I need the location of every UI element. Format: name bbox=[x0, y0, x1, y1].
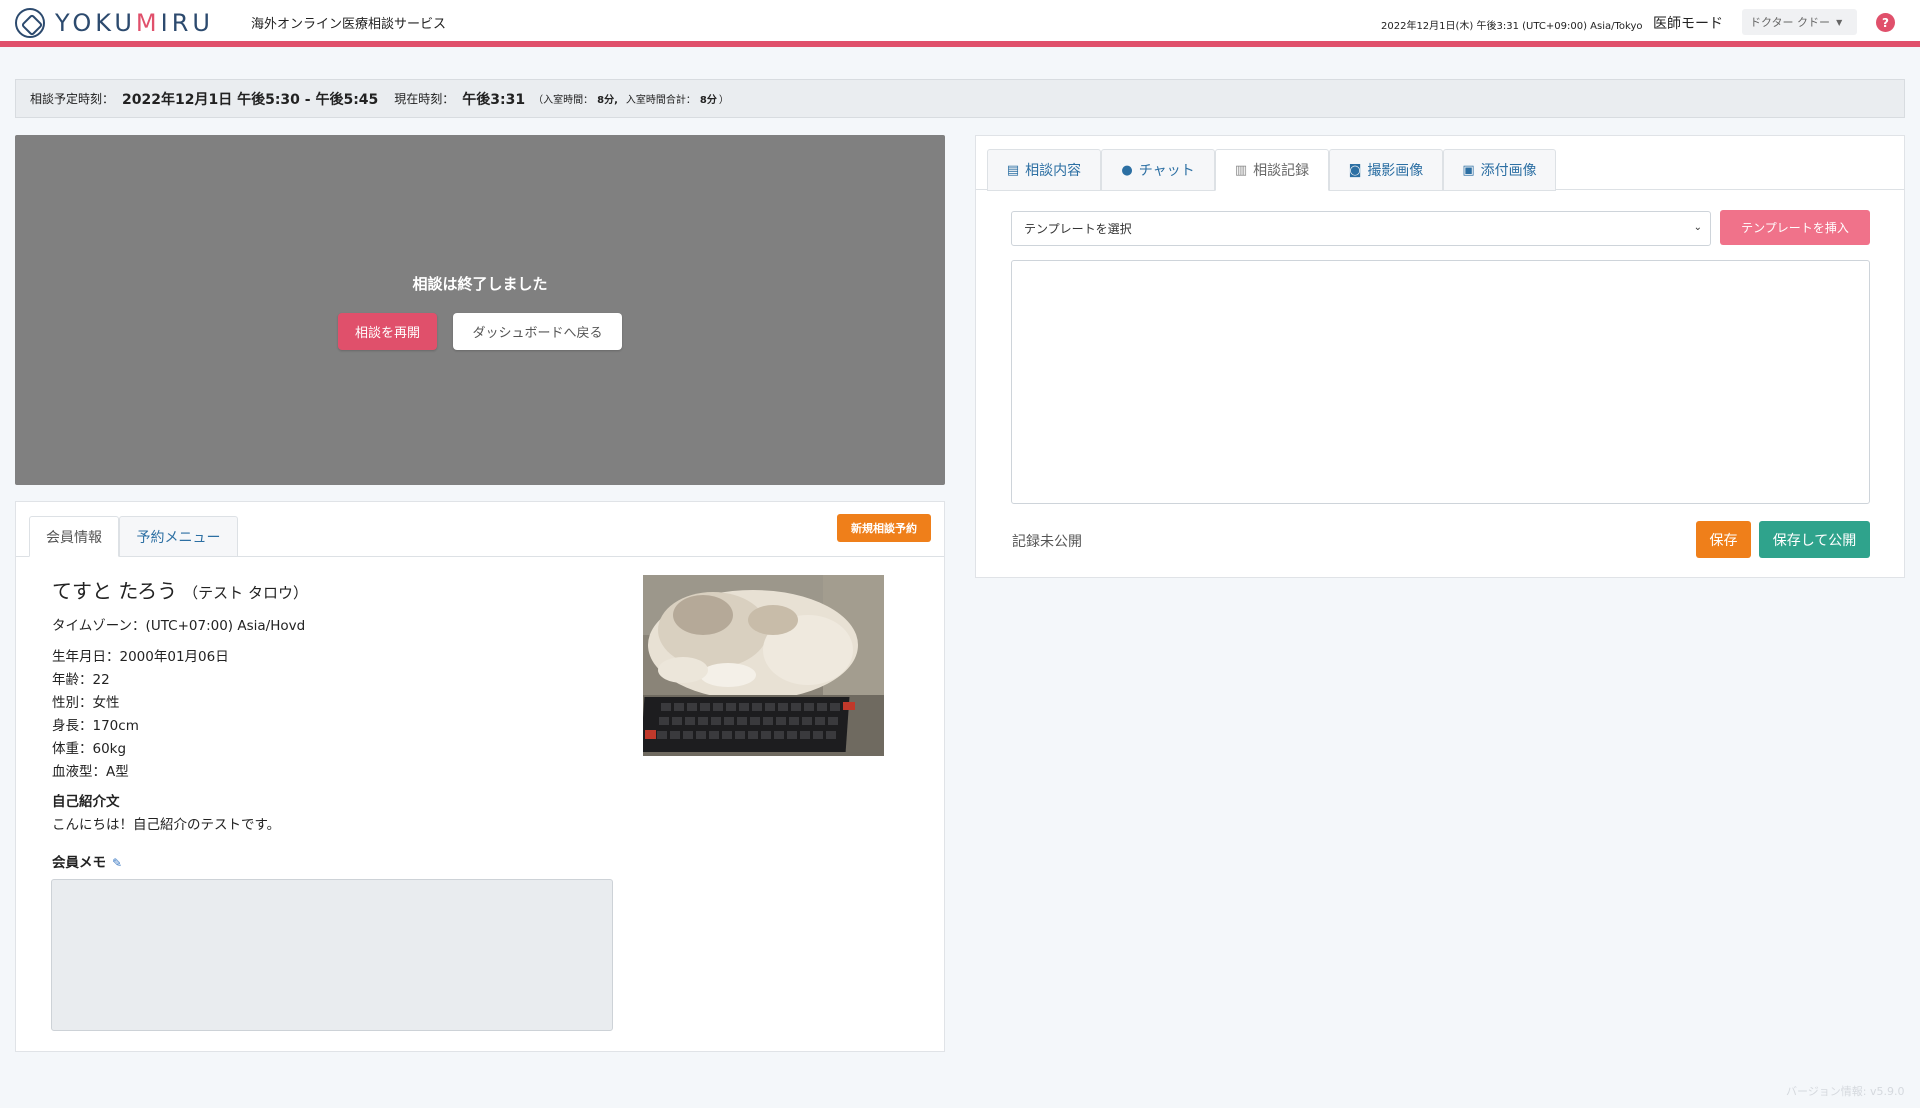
room-time-value: 8分, bbox=[597, 95, 618, 106]
room-open-paren: （ bbox=[533, 95, 544, 106]
pencil-icon[interactable]: ✎ bbox=[112, 856, 122, 870]
version-info: バージョン情報: v5.9.0 bbox=[1786, 1085, 1905, 1098]
record-tabs: ▤ 相談内容 ● チャット ▥ 相談記録 ◙ 撮影画像 ▣ 添付画像 bbox=[976, 136, 1904, 191]
app-header: YOKUMIRU 海外オンライン医療相談サービス 2022年12月1日(木) 午… bbox=[0, 0, 1920, 47]
memo-heading-text: 会員メモ bbox=[52, 855, 106, 871]
tagline: 海外オンライン医療相談サービス bbox=[251, 17, 447, 32]
intro-text: こんにちは！自己紹介のテストです。 bbox=[52, 817, 281, 833]
save-and-publish-button[interactable]: 保存して公開 bbox=[1759, 521, 1870, 558]
mode-label: 医師モード bbox=[1653, 16, 1723, 32]
tab-label: 相談内容 bbox=[1025, 163, 1082, 179]
tab-captured-images[interactable]: ◙ 撮影画像 bbox=[1329, 149, 1443, 191]
tab-consultation-content[interactable]: ▤ 相談内容 bbox=[987, 149, 1101, 191]
insert-template-button[interactable]: テンプレートを挿入 bbox=[1720, 210, 1870, 245]
member-birthday: 生年月日：2000年01月06日 bbox=[52, 649, 229, 665]
logo-mark-icon bbox=[15, 8, 45, 38]
user-menu-dropdown[interactable]: ドクター クドー ▼ bbox=[1742, 9, 1857, 35]
member-name: てすと たろう （テスト タロウ） bbox=[52, 575, 308, 604]
video-panel: 相談は終了しました 相談を再開 ダッシュボードへ戻る bbox=[15, 135, 945, 485]
member-name-kana: （テスト タロウ） bbox=[183, 584, 308, 602]
member-name-text: てすと たろう bbox=[52, 579, 178, 603]
tab-chat[interactable]: ● チャット bbox=[1101, 149, 1215, 191]
consultation-ended-message: 相談は終了しました bbox=[412, 275, 548, 293]
record-textarea[interactable] bbox=[1011, 260, 1870, 504]
clipboard-icon: ▥ bbox=[1234, 162, 1248, 178]
camera-icon: ◙ bbox=[1348, 162, 1362, 178]
logo-text: YOKUMIRU bbox=[55, 9, 214, 37]
now-label: 現在時刻： bbox=[394, 92, 455, 106]
image-icon: ▣ bbox=[1462, 162, 1475, 178]
record-status: 記録未公開 bbox=[1012, 534, 1082, 550]
scheduled-value: 2022年12月1日 午後5:30 - 午後5:45 bbox=[122, 91, 379, 108]
member-memo-textarea[interactable] bbox=[51, 879, 613, 1031]
logo[interactable]: YOKUMIRU bbox=[15, 8, 214, 38]
room-time-label: 入室時間： bbox=[543, 95, 594, 106]
tab-attached-images[interactable]: ▣ 添付画像 bbox=[1443, 149, 1556, 191]
member-weight: 体重：60kg bbox=[52, 741, 127, 757]
tab-label: 相談記録 bbox=[1253, 163, 1310, 179]
tab-consultation-record[interactable]: ▥ 相談記録 bbox=[1215, 149, 1329, 191]
tab-label: 添付画像 bbox=[1480, 163, 1537, 179]
room-total-value: 8分 bbox=[699, 95, 717, 106]
member-gender: 性別：女性 bbox=[52, 695, 120, 711]
consultation-record-panel: ▤ 相談内容 ● チャット ▥ 相談記録 ◙ 撮影画像 ▣ 添付画像 テンプレートを選択 … bbox=[975, 135, 1905, 578]
resume-consultation-button[interactable]: 相談を再開 bbox=[338, 313, 437, 350]
member-tabs: 会員情報 予約メニュー 新規相談予約 bbox=[16, 502, 944, 557]
tab-member-info[interactable]: 会員情報 bbox=[29, 516, 119, 557]
scheduled-label: 相談予定時刻： bbox=[30, 92, 115, 106]
header-datetime: 2022年12月1日(木) 午後3:31 (UTC+09:00) Asia/To… bbox=[1381, 21, 1643, 32]
back-to-dashboard-button[interactable]: ダッシュボードへ戻る bbox=[453, 313, 622, 350]
consultation-info-bar: 相談予定時刻： 2022年12月1日 午後5:30 - 午後5:45 現在時刻：… bbox=[15, 79, 1905, 118]
memo-heading: 会員メモ ✎ bbox=[52, 851, 122, 871]
select-chevron-icon: ⌄ bbox=[1693, 222, 1702, 233]
member-age: 年齢：22 bbox=[52, 672, 110, 688]
tab-booking-menu[interactable]: 予約メニュー bbox=[119, 516, 238, 557]
now-value: 午後3:31 bbox=[462, 91, 526, 108]
member-timezone: タイムゾーン：(UTC+07:00) Asia/Hovd bbox=[52, 618, 306, 634]
tab-label: 撮影画像 bbox=[1367, 163, 1424, 179]
member-photo bbox=[643, 575, 884, 756]
room-total-label: 入室時間合計： bbox=[625, 95, 696, 106]
template-select[interactable]: テンプレートを選択 ⌄ bbox=[1011, 211, 1711, 246]
chat-icon: ● bbox=[1121, 162, 1133, 178]
room-close-paren: ） bbox=[718, 95, 729, 106]
member-info-card: 会員情報 予約メニュー 新規相談予約 てすと たろう （テスト タロウ） タイムゾ… bbox=[15, 501, 945, 1052]
caret-down-icon: ▼ bbox=[1836, 17, 1843, 27]
template-select-value: テンプレートを選択 bbox=[1024, 222, 1132, 236]
tab-label: チャット bbox=[1138, 163, 1195, 179]
help-icon[interactable]: ? bbox=[1876, 13, 1895, 32]
user-name: ドクター クドー bbox=[1750, 16, 1831, 29]
new-booking-button[interactable]: 新規相談予約 bbox=[837, 514, 931, 542]
intro-heading: 自己紹介文 bbox=[52, 794, 120, 810]
member-blood-type: 血液型：A型 bbox=[52, 764, 129, 780]
member-height: 身長：170cm bbox=[52, 718, 139, 734]
document-icon: ▤ bbox=[1006, 162, 1020, 178]
save-button[interactable]: 保存 bbox=[1696, 521, 1751, 558]
